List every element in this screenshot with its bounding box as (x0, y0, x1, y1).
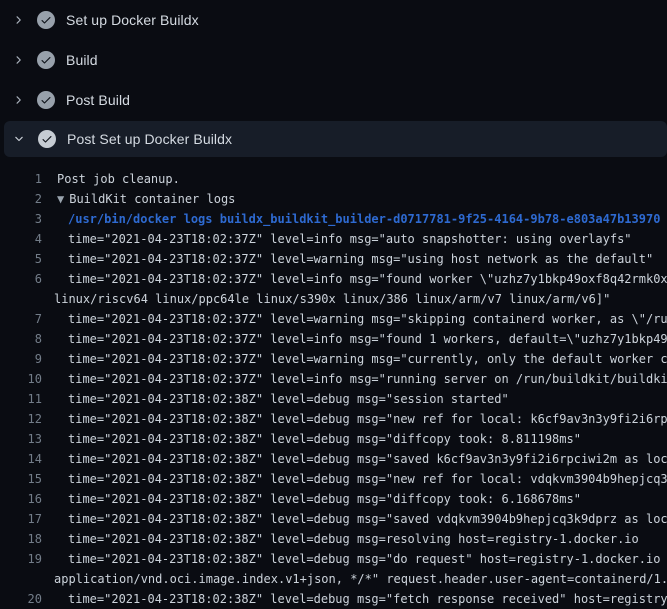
log-line: 2 ▼BuildKit container logs (0, 189, 667, 209)
log-line-text: time="2021-04-23T18:02:37Z" level=info m… (68, 229, 632, 249)
log-line-number[interactable]: 1 (0, 169, 42, 189)
log-line-number[interactable]: 6 (0, 269, 42, 289)
log-line: 6 time="2021-04-23T18:02:37Z" level=info … (0, 269, 667, 289)
chevron-right-icon (12, 14, 24, 26)
log-group-caret-icon: ▼ (57, 192, 69, 206)
log-line-number[interactable]: 3 (0, 209, 42, 229)
log-line-number[interactable]: 14 (0, 449, 42, 469)
log-line-text: time="2021-04-23T18:02:37Z" level=warnin… (68, 349, 667, 369)
log-line: 19 time="2021-04-23T18:02:38Z" level=debu… (0, 549, 667, 569)
log-line: 1 Post job cleanup. (0, 169, 667, 189)
log-line-number[interactable]: 8 (0, 329, 42, 349)
step-title: Set up Docker Buildx (66, 12, 199, 28)
check-circle-icon (38, 130, 56, 148)
step-row-1[interactable]: Build (0, 40, 667, 80)
log-line-number[interactable]: 15 (0, 469, 42, 489)
check-circle-icon (37, 91, 55, 109)
steps-list: Set up Docker Buildx Build Post Build Post … (0, 0, 667, 157)
chevron-right-icon (12, 54, 24, 66)
log-line-text: time="2021-04-23T18:02:37Z" level=warnin… (68, 309, 667, 329)
check-circle-icon (37, 11, 55, 29)
log-line-number[interactable]: 2 (0, 189, 42, 209)
log-line-number[interactable]: 18 (0, 529, 42, 549)
chevron-down-icon (13, 133, 25, 145)
log-line-number[interactable]: 19 (0, 549, 42, 569)
log-line-text: time="2021-04-23T18:02:37Z" level=warnin… (68, 249, 653, 269)
log-line-number[interactable]: 7 (0, 309, 42, 329)
log-line-number[interactable]: 20 (0, 589, 42, 609)
log-line: 3/usr/bin/docker logs buildx_buildkit_bu… (0, 209, 667, 229)
log-line-number-empty (0, 289, 42, 309)
step-row-0[interactable]: Set up Docker Buildx (0, 0, 667, 40)
log-line-number[interactable]: 4 (0, 229, 42, 249)
log-line: 14 time="2021-04-23T18:02:38Z" level=debu… (0, 449, 667, 469)
check-circle-icon (37, 51, 55, 69)
step-row-2[interactable]: Post Build (0, 80, 667, 120)
log-line: 7 time="2021-04-23T18:02:37Z" level=warni… (0, 309, 667, 329)
log-line: 15 time="2021-04-23T18:02:38Z" level=debu… (0, 469, 667, 489)
log-line: 4 time="2021-04-23T18:02:37Z" level=info … (0, 229, 667, 249)
step-row-3[interactable]: Post Set up Docker Buildx (4, 121, 667, 157)
log-line: 13 time="2021-04-23T18:02:38Z" level=debu… (0, 429, 667, 449)
log-line-text: time="2021-04-23T18:02:38Z" level=debug … (68, 589, 667, 609)
log-line-number-empty (0, 569, 42, 589)
log-line: 17 time="2021-04-23T18:02:38Z" level=debu… (0, 509, 667, 529)
log-group-header[interactable]: ▼BuildKit container logs (57, 189, 235, 209)
log-line: 20 time="2021-04-23T18:02:38Z" level=debu… (0, 589, 667, 609)
log-line-text: time="2021-04-23T18:02:38Z" level=debug … (68, 429, 581, 449)
log-line-continuation: application/vnd.oci.image.index.v1+json,… (0, 569, 667, 589)
log-panel: 1 Post job cleanup. 2 ▼BuildKit container l… (0, 169, 667, 609)
log-line-text: time="2021-04-23T18:02:38Z" level=debug … (68, 549, 667, 569)
log-line-text: time="2021-04-23T18:02:37Z" level=info m… (68, 269, 667, 289)
log-line: 11 time="2021-04-23T18:02:38Z" level=debu… (0, 389, 667, 409)
log-line-text: time="2021-04-23T18:02:38Z" level=debug … (68, 449, 667, 469)
log-line-text: time="2021-04-23T18:02:38Z" level=debug … (68, 389, 509, 409)
step-title: Post Build (66, 92, 130, 108)
log-line-text: time="2021-04-23T18:02:37Z" level=info m… (68, 369, 667, 389)
log-line-number[interactable]: 12 (0, 409, 42, 429)
log-group-title: BuildKit container logs (69, 192, 235, 206)
log-line-number[interactable]: 10 (0, 369, 42, 389)
log-line: 18 time="2021-04-23T18:02:38Z" level=debu… (0, 529, 667, 549)
log-line-text: time="2021-04-23T18:02:38Z" level=debug … (68, 489, 581, 509)
log-line-text: time="2021-04-23T18:02:38Z" level=debug … (68, 529, 639, 549)
step-title: Build (66, 52, 98, 68)
log-line: 9 time="2021-04-23T18:02:37Z" level=warni… (0, 349, 667, 369)
log-line-text: time="2021-04-23T18:02:38Z" level=debug … (68, 509, 667, 529)
log-line-number[interactable]: 16 (0, 489, 42, 509)
log-line-continuation: linux/riscv64 linux/ppc64le linux/s390x … (0, 289, 667, 309)
log-line-number[interactable]: 17 (0, 509, 42, 529)
log-line-text: time="2021-04-23T18:02:38Z" level=debug … (68, 409, 667, 429)
log-line-text: Post job cleanup. (57, 169, 180, 189)
log-line-wrapped-text: application/vnd.oci.image.index.v1+json,… (54, 569, 667, 589)
log-line-text: time="2021-04-23T18:02:37Z" level=info m… (68, 329, 667, 349)
chevron-right-icon (12, 94, 24, 106)
log-line: 16 time="2021-04-23T18:02:38Z" level=debu… (0, 489, 667, 509)
log-line: 8 time="2021-04-23T18:02:37Z" level=info … (0, 329, 667, 349)
log-line-number[interactable]: 9 (0, 349, 42, 369)
log-line-number[interactable]: 11 (0, 389, 42, 409)
log-line-text: time="2021-04-23T18:02:38Z" level=debug … (68, 469, 667, 489)
log-line-wrapped-text: linux/riscv64 linux/ppc64le linux/s390x … (54, 289, 610, 309)
log-line: 12 time="2021-04-23T18:02:38Z" level=debu… (0, 409, 667, 429)
log-line: 10 time="2021-04-23T18:02:37Z" level=info… (0, 369, 667, 389)
log-command-text: /usr/bin/docker logs buildx_buildkit_bui… (68, 209, 660, 229)
log-line-number[interactable]: 5 (0, 249, 42, 269)
step-title: Post Set up Docker Buildx (67, 131, 232, 147)
log-line-number[interactable]: 13 (0, 429, 42, 449)
log-line: 5 time="2021-04-23T18:02:37Z" level=warni… (0, 249, 667, 269)
